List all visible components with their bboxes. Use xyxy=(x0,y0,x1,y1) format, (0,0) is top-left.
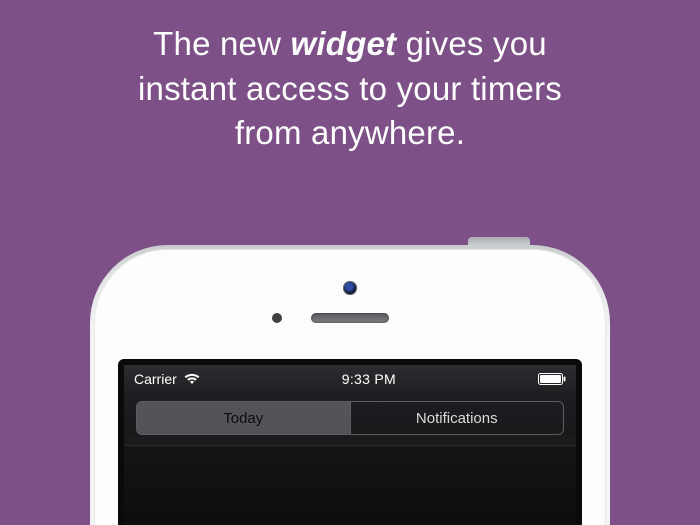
headline-pre: The new xyxy=(153,25,290,62)
promo-headline: The new widget gives you instant access … xyxy=(0,0,700,156)
tab-today-label: Today xyxy=(223,410,263,427)
status-bar-time: 9:33 PM xyxy=(342,371,396,387)
tab-today[interactable]: Today xyxy=(137,402,350,434)
phone-frame-inner: Carrier 9:33 PM xyxy=(94,249,606,525)
proximity-sensor-icon xyxy=(272,313,282,323)
phone-screen: Carrier 9:33 PM xyxy=(124,365,576,525)
screen-bezel: Carrier 9:33 PM xyxy=(118,359,582,525)
status-bar: Carrier 9:33 PM xyxy=(124,365,576,391)
headline-bold-word: widget xyxy=(291,25,397,62)
notification-center-body xyxy=(124,445,576,525)
battery-icon xyxy=(538,373,566,385)
phone-device: Carrier 9:33 PM xyxy=(90,245,610,525)
phone-frame-outer: Carrier 9:33 PM xyxy=(90,245,610,525)
status-bar-left: Carrier xyxy=(134,371,200,387)
tab-notifications-label: Notifications xyxy=(416,410,498,427)
status-bar-right xyxy=(538,373,566,385)
segmented-control[interactable]: Today Notifications xyxy=(136,401,564,435)
tab-notifications[interactable]: Notifications xyxy=(350,402,564,434)
carrier-label: Carrier xyxy=(134,371,177,387)
earpiece-speaker-icon xyxy=(311,313,389,323)
power-button xyxy=(468,237,530,245)
front-camera-icon xyxy=(343,281,357,295)
segmented-control-wrap: Today Notifications xyxy=(124,391,576,435)
wifi-icon xyxy=(184,373,200,385)
